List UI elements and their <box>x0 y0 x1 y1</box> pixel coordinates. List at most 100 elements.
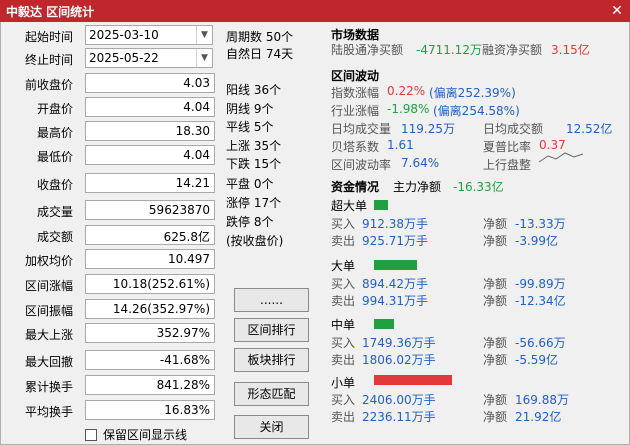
buy-value: 1749.36万手 <box>362 336 436 350</box>
sharpe-label: 夏普比率 <box>483 140 532 154</box>
checkbox-label: 保留区间显示线 <box>103 428 188 442</box>
stat-value: 14.26(352.97%) <box>85 299 215 319</box>
sector-rank-button[interactable]: 板块排行 <box>234 348 309 372</box>
close-button[interactable]: 关闭 <box>234 415 309 439</box>
net-label: 净额 <box>483 294 508 308</box>
industry-change-value: -1.98% <box>387 102 430 116</box>
margin-net-label: 融资净买额 <box>482 43 543 57</box>
buy-label: 买入 <box>331 336 356 350</box>
checkbox-icon[interactable] <box>85 429 97 441</box>
sell-label: 卖出 <box>331 294 356 308</box>
limit-down-count: 跌停 8个 <box>226 215 274 229</box>
stat-label: 加权均价 <box>24 254 73 268</box>
up-count: 上涨 35个 <box>226 139 282 153</box>
volatility-title: 区间波动 <box>331 69 380 83</box>
chevron-down-icon[interactable]: ▼ <box>196 26 212 44</box>
keep-range-line-checkbox[interactable]: 保留区间显示线 <box>85 426 187 443</box>
avg-amount-label: 日均成交额 <box>483 122 544 136</box>
period-count: 周期数 50个 <box>226 30 294 44</box>
stat-label: 最高价 <box>36 126 73 140</box>
close-icon[interactable]: ✕ <box>608 2 626 20</box>
stat-value: 625.8亿 <box>85 225 215 245</box>
group-name: 大单 <box>331 259 356 273</box>
group-name: 超大单 <box>331 199 368 213</box>
stat-row: 最低价 4.04 <box>1 144 221 166</box>
trend-label: 上行盘整 <box>483 158 532 172</box>
net-sell-value: -3.99亿 <box>515 234 559 248</box>
net-label: 净额 <box>483 234 508 248</box>
flat-count: 平线 5个 <box>226 120 274 134</box>
stat-label: 区间涨幅 <box>24 279 73 293</box>
avg-volume-value: 119.25万 <box>401 122 455 136</box>
stat-row: 成交额 625.8亿 <box>1 224 221 246</box>
flow-bar <box>374 200 388 210</box>
net-sell-value: -5.59亿 <box>515 353 559 367</box>
chevron-down-icon[interactable]: ▼ <box>196 49 212 67</box>
sell-value: 994.31万手 <box>362 294 428 308</box>
stat-label: 平均换手 <box>24 405 73 419</box>
range-rank-button[interactable]: 区间排行 <box>234 318 309 342</box>
funds-title: 资金情况 <box>331 180 380 194</box>
sell-label: 卖出 <box>331 353 356 367</box>
stat-value: 18.30 <box>85 121 215 141</box>
stat-value: 59623870 <box>85 200 215 220</box>
stat-row: 前收盘价 4.03 <box>1 72 221 94</box>
buy-value: 894.42万手 <box>362 277 428 291</box>
avg-amount-value: 12.52亿 <box>566 122 613 136</box>
stat-label: 开盘价 <box>36 102 73 116</box>
avg-volume-label: 日均成交量 <box>331 122 392 136</box>
unchanged-count: 平盘 0个 <box>226 177 274 191</box>
pattern-match-button[interactable]: 形态匹配 <box>234 382 309 406</box>
net-label: 净额 <box>483 393 508 407</box>
sell-value: 1806.02万手 <box>362 353 436 367</box>
stat-value: -41.68% <box>85 350 215 370</box>
stat-row: 累计换手 841.28% <box>1 374 221 396</box>
buy-value: 2406.00万手 <box>362 393 436 407</box>
stat-row: 最大回撤 -41.68% <box>1 349 221 371</box>
buy-label: 买入 <box>331 393 356 407</box>
volatility-rate-label: 区间波动率 <box>331 158 392 172</box>
industry-deviation: (偏离254.58%) <box>433 104 520 118</box>
beta-label: 贝塔系数 <box>331 140 380 154</box>
net-label: 净额 <box>483 277 508 291</box>
stat-value: 352.97% <box>85 323 215 343</box>
net-buy-value: -99.89万 <box>515 277 566 291</box>
stat-value: 4.04 <box>85 145 215 165</box>
group-name: 小单 <box>331 376 356 390</box>
stat-value: 14.21 <box>85 173 215 193</box>
stat-value: 16.83% <box>85 400 215 420</box>
trend-sparkline-icon <box>538 152 584 163</box>
sell-label: 卖出 <box>331 234 356 248</box>
stat-label: 成交额 <box>36 230 73 244</box>
stat-label: 最大上涨 <box>24 328 73 342</box>
stat-value: 4.03 <box>85 73 215 93</box>
start-date-value: 2025-03-10 <box>89 28 159 42</box>
more-button[interactable]: ...... <box>234 288 309 312</box>
stat-row: 收盘价 14.21 <box>1 172 221 194</box>
net-buy-value: -56.66万 <box>515 336 566 350</box>
flow-bar <box>374 260 417 270</box>
end-date-picker[interactable]: 2025-05-22 ▼ <box>85 48 213 68</box>
stat-row: 成交量 59623870 <box>1 199 221 221</box>
down-count: 下跌 15个 <box>226 157 282 171</box>
hk-connect-value: -4711.12万 <box>416 43 482 57</box>
buy-value: 912.38万手 <box>362 217 428 231</box>
volatility-rate-value: 7.64% <box>401 156 440 170</box>
end-date-value: 2025-05-22 <box>89 51 159 65</box>
stat-row: 区间振幅 14.26(352.97%) <box>1 298 221 320</box>
industry-change-label: 行业涨幅 <box>331 104 380 118</box>
index-deviation: (偏离252.39%) <box>429 86 516 100</box>
stat-label: 收盘价 <box>36 178 73 192</box>
net-sell-value: 21.92亿 <box>515 410 562 424</box>
stat-row: 最大上涨 352.97% <box>1 322 221 344</box>
title-bar: 中毅达 区间统计 ✕ <box>0 0 630 22</box>
sell-label: 卖出 <box>331 410 356 424</box>
stat-value: 841.28% <box>85 375 215 395</box>
stat-label: 累计换手 <box>24 380 73 394</box>
net-label: 净额 <box>483 217 508 231</box>
flow-bar <box>374 375 452 385</box>
index-change-value: 0.22% <box>387 84 426 98</box>
net-buy-value: -13.33万 <box>515 217 566 231</box>
start-date-picker[interactable]: 2025-03-10 ▼ <box>85 25 213 45</box>
stat-row: 开盘价 4.04 <box>1 96 221 118</box>
